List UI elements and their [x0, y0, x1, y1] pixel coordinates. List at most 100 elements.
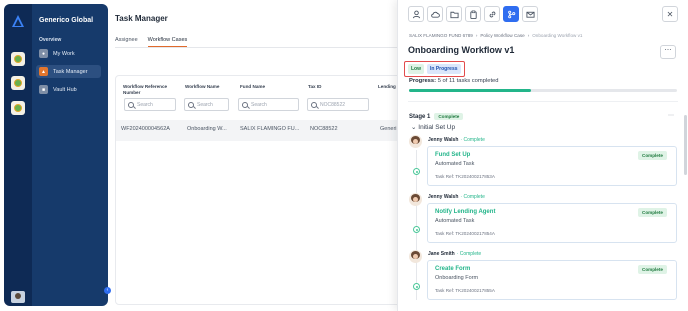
stage-more-icon[interactable]: ⋯	[668, 112, 674, 119]
breadcrumb-item[interactable]: SALIX FLAMINGO FUND 6789	[409, 33, 473, 38]
filter-input[interactable]: NOC88522	[307, 98, 369, 111]
nav-item-label: My Work	[53, 50, 75, 57]
workflow-icon[interactable]	[503, 6, 519, 22]
tabs-divider	[115, 47, 405, 48]
task-status-badge: Complete	[638, 265, 667, 274]
column-header[interactable]: Fund Name	[240, 84, 265, 90]
app-switch-1[interactable]	[11, 52, 25, 66]
close-icon[interactable]: ✕	[662, 6, 678, 22]
folder-icon[interactable]	[446, 6, 462, 22]
workflow-table: Workflow Reference Number Workflow Name …	[115, 75, 406, 305]
column-header[interactable]: Workflow Reference Number	[123, 84, 178, 96]
assignee-name: Jane Smith	[428, 251, 455, 257]
task-card[interactable]: Fund Set Up Automated Task Task Ref: TK2…	[427, 146, 677, 186]
progress-text: 5 of 11 tasks completed	[437, 78, 499, 84]
task-card[interactable]: Create Form Onboarding Form Task Ref: TK…	[427, 260, 677, 300]
task-name[interactable]: Fund Set Up	[435, 152, 470, 158]
nav-section-label: Overview	[39, 37, 62, 43]
progress-bar	[409, 89, 677, 92]
timeline-dot	[413, 168, 420, 175]
tab-assignee[interactable]: Assignee	[115, 37, 138, 47]
assignee-state: · Complete	[460, 194, 485, 200]
table-cell: NOC88522	[310, 126, 338, 132]
stage-status-badge: Complete	[434, 113, 464, 120]
task-card[interactable]: Notify Lending Agent Automated Task Task…	[427, 203, 677, 243]
app-switch-3[interactable]	[11, 101, 25, 115]
nav-item-task-manager[interactable]: ▲ Task Manager	[36, 65, 101, 78]
assignee-name: Jenny Walsh	[428, 137, 459, 143]
chevron-right-icon: ›	[475, 33, 478, 38]
task-assignee: Jenny Walsh · Complete	[428, 137, 485, 143]
table-cell: Onboarding W...	[187, 126, 227, 132]
search-icon	[242, 101, 248, 108]
task-type: Automated Task	[435, 161, 475, 167]
task-name[interactable]: Create Form	[435, 266, 470, 272]
chevron-right-icon: ›	[527, 33, 530, 38]
app-switch-2[interactable]	[11, 76, 25, 90]
drawer-title: Onboarding Workflow v1	[408, 45, 515, 55]
drawer-scrollbar[interactable]	[684, 115, 687, 175]
mail-icon[interactable]	[522, 6, 538, 22]
user-icon: ●	[39, 49, 48, 58]
filter-input[interactable]: Search	[184, 98, 229, 111]
filter-placeholder: Search	[251, 101, 267, 108]
nav-item-my-work[interactable]: ● My Work	[36, 47, 101, 60]
bell-icon: ▲	[39, 67, 48, 76]
assignee-name: Jenny Walsh	[428, 194, 459, 200]
main-tabs: Assignee Workflow Cases	[115, 37, 188, 47]
status-badges: Low In Progress	[404, 61, 465, 77]
side-nav: Generico Global Overview ● My Work ▲ Tas…	[32, 4, 108, 306]
app-title: Generico Global	[39, 17, 94, 24]
stage-header[interactable]: Stage 1 Complete	[409, 113, 464, 120]
task-ref: Task Ref: TK202400217853A	[435, 174, 495, 179]
filter-input[interactable]: Search	[124, 98, 176, 111]
column-header[interactable]: Tax ID	[308, 84, 321, 90]
timeline-dot	[413, 283, 420, 290]
task-name[interactable]: Notify Lending Agent	[435, 209, 495, 215]
assignee-state-text: Complete	[459, 251, 482, 257]
assignee-state: · Complete	[456, 251, 482, 257]
task-assignee: Jane Smith · Complete	[428, 251, 481, 257]
task-type: Automated Task	[435, 218, 475, 224]
task-type: Onboarding Form	[435, 275, 479, 281]
app-window: Generico Global Overview ● My Work ▲ Tas…	[0, 0, 688, 311]
drawer-toolbar	[408, 6, 538, 22]
task-status-badge: Complete	[638, 208, 667, 217]
user-avatar[interactable]	[11, 291, 25, 303]
more-options-icon[interactable]: ⋯	[660, 45, 676, 59]
table-cell: SALIX FLAMINGO FU...	[240, 126, 300, 132]
stage-label: Stage 1	[409, 113, 431, 120]
table-row[interactable]: WF202400004562A Onboarding W... SALIX FL…	[116, 120, 406, 141]
logo-icon	[12, 15, 24, 27]
progress-label: Progress: 5 of 11 tasks completed	[409, 78, 499, 84]
search-icon	[311, 101, 317, 108]
task-ref: Task Ref: TK202400217854A	[435, 231, 495, 236]
section-toggle[interactable]: ⌄ Initial Set Up	[411, 123, 455, 131]
progress-title: Progress:	[409, 78, 437, 84]
breadcrumb-current: Onboarding Workflow v1	[532, 33, 583, 38]
page-title: Task Manager	[115, 14, 168, 23]
priority-badge: Low	[408, 64, 424, 74]
user-icon[interactable]	[408, 6, 424, 22]
divider	[408, 101, 678, 102]
assignee-state-text: Complete	[463, 194, 485, 200]
search-icon	[128, 101, 134, 108]
cloud-icon[interactable]	[427, 6, 443, 22]
column-header[interactable]: Workflow Name	[185, 84, 219, 90]
vault-icon: ■	[39, 85, 48, 94]
assignee-state-text: Complete	[463, 137, 485, 143]
assignee-state: · Complete	[460, 137, 485, 143]
table-cell: WF202400004562A	[121, 126, 170, 132]
status-badge: In Progress	[427, 64, 461, 74]
filter-input[interactable]: Search	[238, 98, 299, 111]
clipboard-icon[interactable]	[465, 6, 481, 22]
nav-item-vault-hub[interactable]: ■ Vault Hub	[36, 83, 101, 96]
progress-fill	[409, 89, 531, 92]
filter-placeholder: Search	[137, 101, 153, 108]
breadcrumb-item[interactable]: Policy Workflow Case	[480, 33, 524, 38]
tab-workflow-cases[interactable]: Workflow Cases	[147, 37, 188, 47]
filter-placeholder: Search	[197, 101, 213, 108]
collapse-nav-button[interactable]: ‹	[104, 287, 111, 294]
link-icon[interactable]	[484, 6, 500, 22]
task-assignee: Jenny Walsh · Complete	[428, 194, 485, 200]
